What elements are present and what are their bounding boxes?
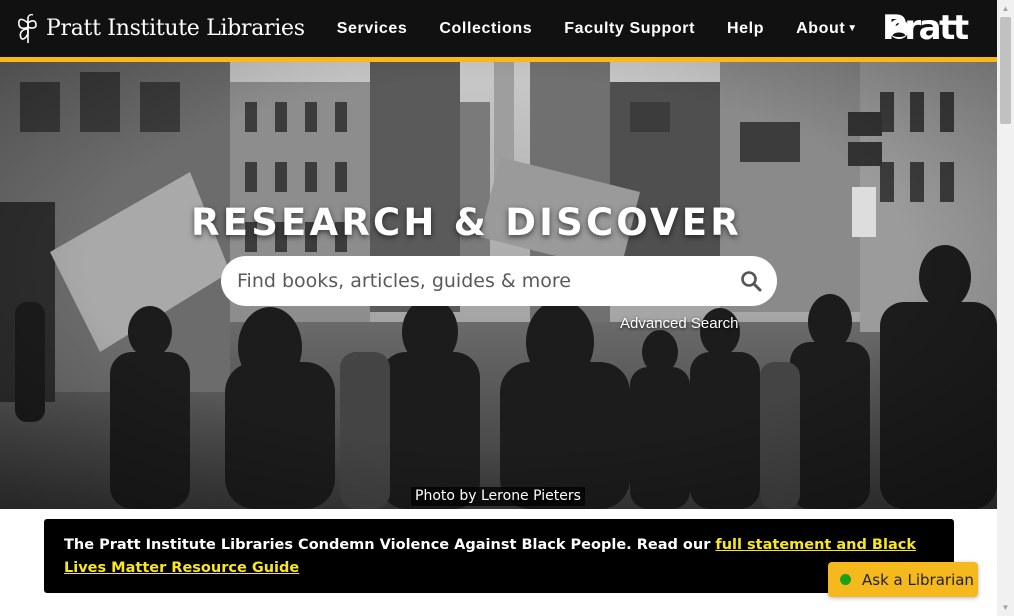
search-input[interactable] bbox=[237, 261, 727, 301]
photo-credit: Photo by Lerone Pieters bbox=[411, 487, 585, 506]
site-header: Pratt Institute Libraries Services Colle… bbox=[0, 0, 997, 57]
nav-item-about[interactable]: About ▼ bbox=[796, 20, 858, 38]
ask-librarian-label: Ask a Librarian bbox=[862, 570, 974, 589]
nav-item-help[interactable]: Help bbox=[727, 20, 764, 38]
ask-librarian-button[interactable]: Ask a Librarian bbox=[828, 562, 978, 597]
nav-item-collections[interactable]: Collections bbox=[439, 20, 532, 38]
site-logo[interactable]: Pratt Institute Libraries bbox=[16, 0, 305, 57]
hero-title: RESEARCH & DISCOVER bbox=[191, 201, 742, 244]
main-nav: Services Collections Faculty Support Hel… bbox=[337, 0, 910, 57]
caret-down-icon: ▼ bbox=[847, 22, 858, 34]
scroll-up-arrow-icon[interactable]: ▲ bbox=[997, 0, 1014, 17]
advanced-search-link[interactable]: Advanced Search bbox=[620, 315, 738, 332]
notice-banner: The Pratt Institute Libraries Condemn Vi… bbox=[44, 519, 954, 593]
nav-item-about-label: About bbox=[796, 19, 846, 37]
pratt-brand-logo[interactable]: Pratt bbox=[882, 8, 969, 48]
search-bar bbox=[221, 256, 777, 306]
nav-item-services[interactable]: Services bbox=[337, 20, 408, 38]
scroll-down-arrow-icon[interactable]: ▼ bbox=[997, 599, 1014, 616]
notice-message: The Pratt Institute Libraries Condemn Vi… bbox=[64, 537, 716, 553]
nav-item-faculty-support[interactable]: Faculty Support bbox=[564, 20, 695, 38]
page-scrollbar[interactable]: ▲ ▼ bbox=[997, 0, 1014, 616]
butterfly-logo-icon bbox=[18, 13, 37, 43]
notice-text: The Pratt Institute Libraries Condemn Vi… bbox=[64, 534, 934, 580]
scroll-thumb[interactable] bbox=[1000, 17, 1011, 124]
search-icon[interactable] bbox=[739, 269, 763, 293]
site-name: Pratt Institute Libraries bbox=[46, 16, 305, 41]
hero-banner: RESEARCH & DISCOVER Advanced Search Phot… bbox=[0, 62, 997, 509]
online-status-icon bbox=[840, 574, 851, 585]
